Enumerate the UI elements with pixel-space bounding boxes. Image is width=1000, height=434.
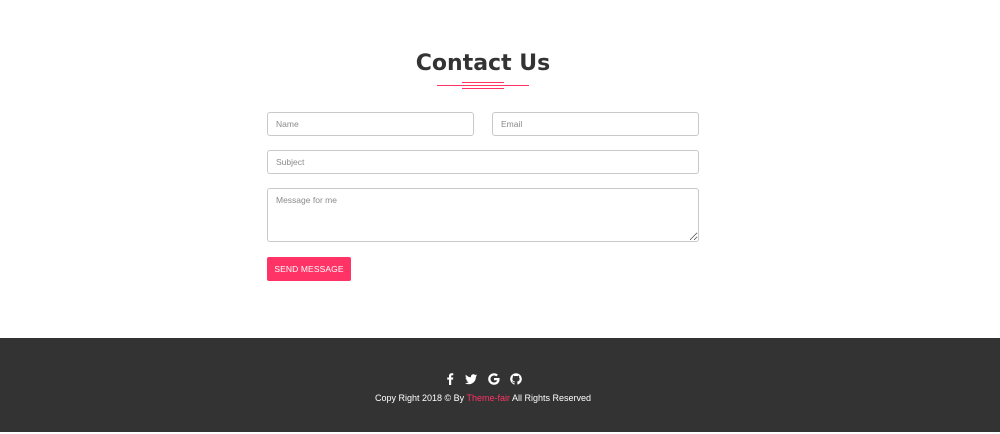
message-field[interactable] [267,188,699,242]
copyright-suffix: All Rights Reserved [512,393,592,403]
page: Contact Us SEND MESSAGE [0,0,1000,434]
brand-link[interactable]: Theme-fair [466,393,510,403]
footer [0,338,1000,434]
email-field[interactable] [492,112,699,136]
twitter-link[interactable] [464,372,478,386]
google-icon [487,372,501,386]
github-link[interactable] [509,372,523,386]
contact-section: Contact Us SEND MESSAGE [0,0,1000,338]
title-divider [437,82,529,90]
github-icon [509,372,523,386]
copyright-text: Copy Right 2018 © By Theme-fair All Righ… [0,392,966,404]
facebook-icon [443,372,457,386]
facebook-link[interactable] [443,372,457,386]
page-title: Contact Us [415,51,551,76]
twitter-icon [464,372,478,386]
google-link[interactable] [487,372,501,386]
name-field[interactable] [267,112,474,136]
send-message-button[interactable]: SEND MESSAGE [267,257,351,281]
subject-field[interactable] [267,150,699,174]
copyright-prefix: Copy Right 2018 © By [374,393,465,403]
